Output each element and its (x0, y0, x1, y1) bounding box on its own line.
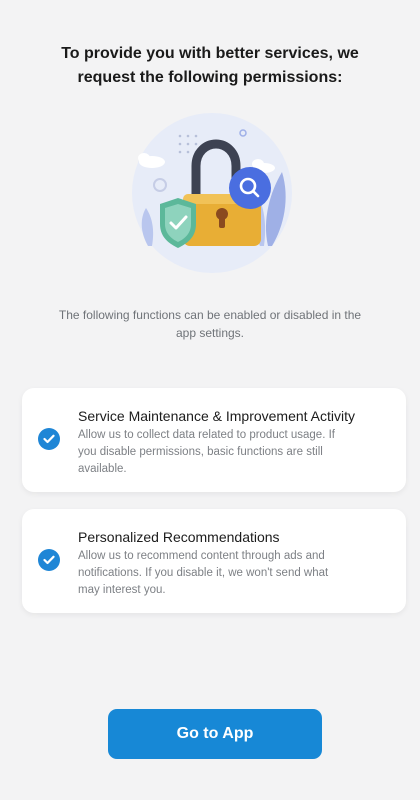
description-line: Allow us to recommend content through ad… (78, 550, 325, 562)
title-line-1: To provide you with better services, we (61, 45, 359, 62)
permission-description: Allow us to collect data related to prod… (78, 427, 392, 478)
permission-card-service-maintenance[interactable]: Service Maintenance & Improvement Activi… (22, 388, 406, 492)
description-line: Allow us to collect data related to prod… (78, 429, 335, 441)
hint-line-1: The following functions can be enabled o… (58, 308, 362, 322)
description-line: available. (78, 463, 127, 475)
permission-checkbox[interactable] (38, 428, 60, 450)
title-line-2: request the following permissions: (77, 69, 343, 86)
description-line: may interest you. (78, 584, 166, 596)
page-title: To provide you with better services, we … (30, 42, 390, 90)
hint-line-2: app settings. (175, 326, 245, 340)
check-icon (43, 555, 55, 565)
settings-hint: The following functions can be enabled o… (36, 306, 384, 342)
permissions-illustration (132, 113, 292, 273)
magnifier-icon (229, 167, 271, 209)
check-icon (43, 434, 55, 444)
permission-card-personalized-recommendations[interactable]: Personalized Recommendations Allow us to… (22, 509, 406, 613)
permissions-screen: To provide you with better services, we … (0, 0, 420, 800)
permission-checkbox[interactable] (38, 549, 60, 571)
description-line: notifications. If you disable it, we won… (78, 567, 329, 579)
go-to-app-button[interactable]: Go to App (108, 709, 322, 759)
permission-title: Personalized Recommendations (78, 529, 280, 545)
permission-description: Allow us to recommend content through ad… (78, 548, 392, 599)
description-line: you disable permissions, basic functions… (78, 446, 323, 458)
permission-title: Service Maintenance & Improvement Activi… (78, 408, 356, 424)
